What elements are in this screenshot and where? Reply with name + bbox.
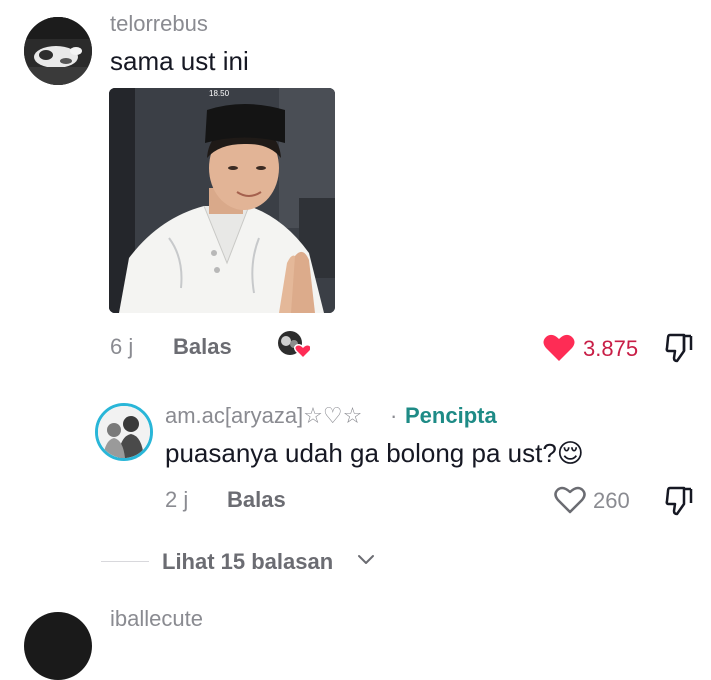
reply-username[interactable]: am.ac[aryaza]☆♡☆ (165, 403, 362, 429)
avatar[interactable] (24, 17, 92, 85)
like-count: 3.875 (583, 336, 639, 361)
photo-timestamp: 18.50 (209, 89, 230, 98)
reply-time: 2 j (165, 487, 189, 512)
reply-reply-button[interactable]: Balas (227, 487, 286, 513)
photo-image: 18.50 (109, 88, 335, 313)
reply-dislike-icon[interactable] (664, 485, 694, 517)
reply-like-count: 260 (593, 488, 630, 513)
view-replies-button[interactable]: Lihat 15 balasan (162, 549, 333, 575)
separator-dot: · (390, 403, 398, 428)
next-avatar[interactable] (24, 612, 92, 680)
next-username[interactable]: iballecute (110, 606, 203, 632)
chevron-down-icon[interactable] (357, 553, 375, 567)
heart-outline-icon[interactable] (553, 485, 587, 515)
heart-filled-icon[interactable] (542, 333, 576, 363)
reply-text: puasanya udah ga bolong pa ust?😌 (165, 438, 584, 468)
creator-label: Pencipta (405, 403, 497, 428)
avatar-image (24, 17, 92, 85)
dislike-icon[interactable] (664, 332, 694, 364)
comment-username[interactable]: telorrebus (110, 11, 208, 37)
creator-liked-icon (276, 330, 313, 360)
reply-avatar-image (98, 406, 150, 458)
reply-avatar[interactable] (95, 403, 153, 461)
comment-time: 6 j (110, 334, 134, 359)
divider (101, 561, 149, 562)
comment-photo[interactable]: 18.50 (109, 88, 335, 313)
comment-text: sama ust ini (110, 46, 249, 76)
reply-button[interactable]: Balas (173, 334, 232, 360)
